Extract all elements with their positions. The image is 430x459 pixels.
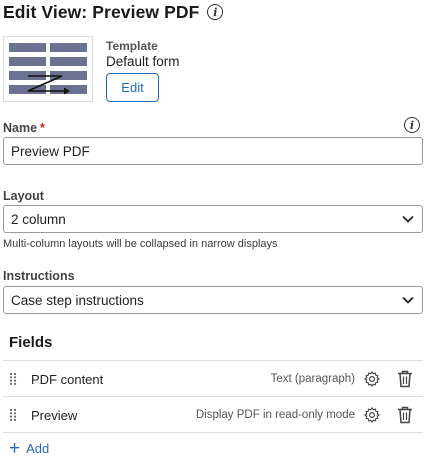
chevron-down-icon <box>401 212 415 226</box>
required-marker: * <box>40 121 45 135</box>
fields-list: PDF content Text (paragraph) Preview Dis… <box>3 360 423 433</box>
template-value: Default form <box>106 54 180 69</box>
gear-icon[interactable] <box>363 370 381 388</box>
drag-handle-icon[interactable] <box>9 372 17 386</box>
layout-select-value: 2 column <box>11 211 66 227</box>
layout-label: Layout <box>3 189 44 203</box>
add-field-label: Add <box>26 440 50 456</box>
page-title: Edit View: Preview PDF <box>3 1 200 22</box>
instructions-select-value: Case step instructions <box>11 292 144 308</box>
layout-select[interactable]: 2 column <box>3 205 423 233</box>
instructions-select[interactable]: Case step instructions <box>3 286 423 314</box>
fields-heading: Fields <box>9 334 53 351</box>
drag-handle-icon[interactable] <box>9 408 17 422</box>
add-field-button[interactable]: + Add <box>9 437 50 459</box>
field-row[interactable]: PDF content Text (paragraph) <box>3 361 423 397</box>
info-icon[interactable]: i <box>404 117 420 133</box>
trash-icon[interactable] <box>397 406 413 424</box>
form-layout-thumbnail <box>3 36 93 102</box>
field-type: Text (paragraph) <box>270 373 355 385</box>
name-input[interactable]: Preview PDF <box>3 137 423 165</box>
chevron-down-icon <box>401 293 415 307</box>
page-header: Edit View: Preview PDF i <box>3 0 224 24</box>
template-label: Template <box>106 39 158 53</box>
field-row[interactable]: Preview Display PDF in read-only mode <box>3 397 423 433</box>
layout-helper-text: Multi-column layouts will be collapsed i… <box>3 238 278 250</box>
gear-icon[interactable] <box>363 406 381 424</box>
field-type: Display PDF in read-only mode <box>195 409 355 421</box>
trash-icon[interactable] <box>397 370 413 388</box>
field-name: Preview <box>31 407 78 423</box>
instructions-label: Instructions <box>3 269 75 283</box>
edit-template-button[interactable]: Edit <box>106 73 159 102</box>
name-input-value: Preview PDF <box>11 143 90 159</box>
info-icon[interactable]: i <box>207 4 224 20</box>
name-label-text: Name <box>3 121 38 135</box>
template-section: Template Default form Edit <box>3 36 423 106</box>
field-name: PDF content <box>31 371 104 387</box>
name-label: Name * <box>3 121 45 135</box>
plus-icon: + <box>9 437 21 459</box>
